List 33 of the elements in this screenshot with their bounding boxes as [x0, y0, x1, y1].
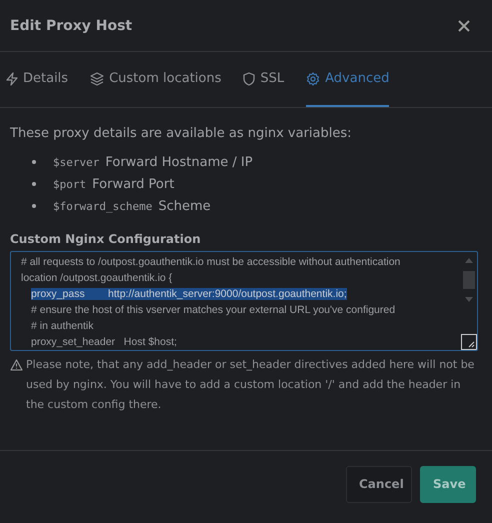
- scrollbar-thumb[interactable]: [463, 271, 475, 289]
- layers-icon: [90, 72, 104, 86]
- tab[interactable]: SSL: [243, 52, 284, 107]
- variable-name: $server: [53, 156, 100, 168]
- dialog-title: Edit Proxy Host: [10, 18, 132, 34]
- resize-handle-icon[interactable]: [461, 334, 477, 350]
- variable-description: Forward Hostname / IP: [105, 154, 253, 170]
- bullet-icon: [32, 182, 36, 186]
- config-editor[interactable]: [10, 251, 478, 351]
- variable-description: Forward Port: [92, 176, 174, 192]
- intro-text: These proxy details are available as nginx variables:: [10, 126, 353, 141]
- save-button[interactable]: Save: [420, 466, 476, 502]
- variable-name: $port: [53, 178, 86, 190]
- tab[interactable]: Details: [6, 52, 68, 107]
- code-line: proxy_set_header Host $host;: [31, 336, 177, 348]
- variable-description: Scheme: [158, 198, 211, 214]
- code-line: # in authentik: [31, 320, 94, 332]
- lightning-icon: [6, 72, 18, 86]
- close-icon[interactable]: [458, 20, 470, 32]
- warning-text: Please note, that any add_header or set_header directives added here will not be used by nginx. You will have to add a custom location '/' and add the header in the custom config there.: [26, 357, 476, 413]
- bullet-icon: [32, 160, 36, 164]
- field-label: Custom Nginx Configuration: [10, 232, 202, 246]
- shield-icon: [243, 72, 256, 86]
- code-line: # all requests to /outpost.goauthentik.io must be accessible without authentication: [21, 256, 400, 268]
- code-line: location /outpost.goauthentik.io {: [21, 272, 172, 284]
- cancel-button[interactable]: Cancel: [346, 466, 412, 502]
- settings-icon: [306, 72, 320, 86]
- tab[interactable]: Advanced: [306, 52, 390, 107]
- bullet-icon: [32, 204, 36, 208]
- code-line: # ensure the host of this vserver matches your external URL you've configured: [31, 304, 396, 316]
- warning-icon: [10, 359, 23, 371]
- variable-name: $forward_scheme: [53, 200, 152, 212]
- tab[interactable]: Custom locations: [90, 52, 222, 107]
